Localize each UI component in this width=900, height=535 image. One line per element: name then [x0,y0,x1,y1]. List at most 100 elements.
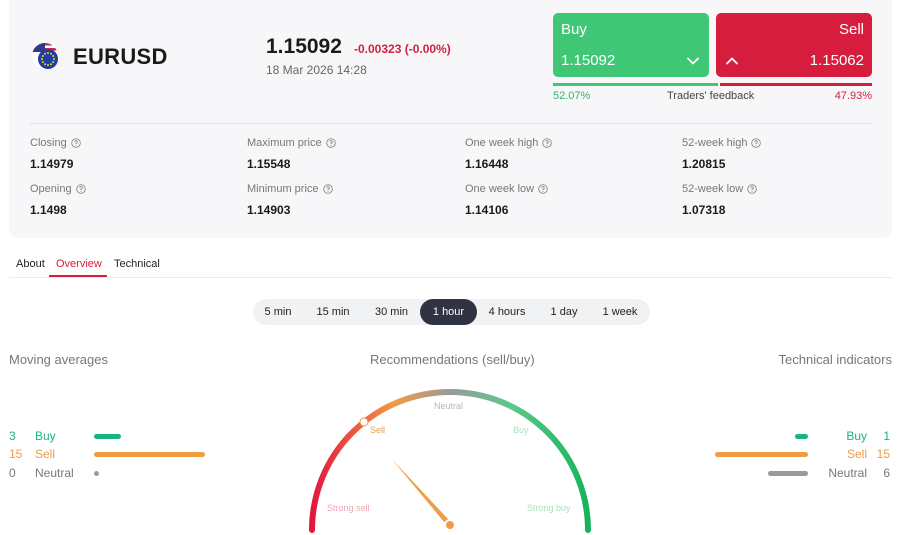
stat-52-week-high: 52-week high 1.20815 [682,137,762,171]
sell-button[interactable]: Sell 1.15062 [716,13,872,77]
gauge-needle [391,458,452,527]
stat-label: Maximum price [247,137,322,149]
ma-buy-bar [94,434,121,439]
stat-value: 1.1498 [30,203,67,217]
stat-label: Opening [30,183,72,195]
sell-price: 1.15062 [809,52,864,69]
help-icon[interactable] [751,138,762,148]
stat-label: Minimum price [247,183,319,195]
ma-neutral-row: 0 Neutral [9,466,209,482]
content-tabs: About Overview Technical [9,252,892,278]
ti-sell-bar [715,452,808,457]
ma-sell-count: 15 [9,447,23,461]
gauge-sell-marker [359,417,369,427]
stat-minimum-price: Minimum price 1.14903 [247,183,333,217]
gauge-label-strong-sell: Strong sell [327,503,370,513]
tab-about[interactable]: About [16,258,45,270]
ti-sell-label: Sell [846,447,867,461]
stat-label: 52-week low [682,183,744,195]
gauge-label-buy: Buy [513,425,529,435]
ti-neutral-count: 6 [883,466,890,480]
stat-value: 1.14979 [30,157,74,171]
help-icon[interactable] [70,138,81,148]
ma-neutral-bar [94,471,99,476]
buy-label: Buy [561,21,587,38]
ma-buy-label: Buy [35,429,56,443]
buy-button[interactable]: Buy 1.15092 [553,13,709,77]
tab-overview[interactable]: Overview [56,258,102,270]
tab-technical[interactable]: Technical [114,258,160,270]
stat-label: One week low [465,183,535,195]
help-icon[interactable] [542,138,553,148]
stat-maximum-price: Maximum price 1.15548 [247,137,336,171]
ti-sell-count: 15 [876,447,890,461]
ma-buy-count: 3 [9,429,16,443]
ma-sell-bar [94,452,205,457]
help-icon[interactable] [747,184,757,194]
stat-value: 1.15548 [247,157,291,171]
feedback-buy-percent: 52.07% [553,90,591,102]
traders-feedback-bar [553,83,872,86]
recommendations-title: Recommendations (sell/buy) [370,352,535,367]
ti-neutral-row: Neutral 6 [692,466,892,482]
card-divider [30,123,872,124]
stat-value: 1.16448 [465,157,509,171]
period-selector: 5 min 15 min 30 min 1 hour 4 hours 1 day… [253,299,650,325]
stat-value: 1.20815 [682,157,726,171]
period-30-min[interactable]: 30 min [363,299,420,325]
technical-indicators-title: Technical indicators [778,352,892,367]
ti-buy-label: Buy [846,429,867,443]
stat-value: 1.14106 [465,203,509,217]
period-5-min[interactable]: 5 min [253,299,303,325]
price-timestamp: 18 Mar 2026 14:28 [266,63,367,77]
buy-price: 1.15092 [561,52,616,69]
ma-buy-row: 3 Buy [9,429,209,445]
eu-us-flag-icon [32,43,58,69]
current-price: 1.15092 [266,35,342,58]
period-1-day[interactable]: 1 day [536,299,592,325]
stat-opening: Opening 1.1498 [30,183,86,217]
gauge-label-neutral: Neutral [434,401,463,411]
sell-label: Sell [838,21,864,38]
stat-label: Closing [30,137,67,149]
gauge-needle-hub [444,519,456,531]
price-change: -0.00323 (-0.00%) [354,42,451,56]
ti-sell-row: Sell 15 [692,447,892,463]
stat-one-week-low: One week low 1.14106 [465,183,548,217]
recommendation-gauge: Strong sell Sell Neutral Buy Strong buy [309,389,591,533]
ti-buy-bar [795,434,808,439]
period-4-hours[interactable]: 4 hours [481,299,533,325]
chevron-down-icon [687,57,699,65]
ti-neutral-label: Neutral [828,466,867,480]
help-icon[interactable] [322,184,333,194]
stat-closing: Closing 1.14979 [30,137,81,171]
stat-label: 52-week high [682,137,748,149]
stat-one-week-high: One week high 1.16448 [465,137,553,171]
feedback-sell-percent: 47.93% [834,90,872,102]
feedback-label: Traders' feedback [667,90,755,102]
stat-52-week-low: 52-week low 1.07318 [682,183,757,217]
stat-label: One week high [465,137,539,149]
stat-value: 1.14903 [247,203,291,217]
ti-buy-row: Buy 1 [692,429,892,445]
chevron-up-icon [726,57,738,65]
period-15-min[interactable]: 15 min [303,299,363,325]
ma-sell-label: Sell [35,447,56,461]
ti-neutral-bar [768,471,808,476]
period-1-week[interactable]: 1 week [592,299,648,325]
period-1-hour[interactable]: 1 hour [420,299,477,325]
ti-buy-count: 1 [883,429,890,443]
ma-neutral-label: Neutral [35,466,74,480]
help-icon[interactable] [75,184,86,194]
feedback-buy-fill [553,83,719,86]
gauge-label-sell: Sell [370,425,385,435]
help-icon[interactable] [538,184,548,194]
active-tab-indicator [49,275,107,277]
ma-neutral-count: 0 [9,466,16,480]
help-icon[interactable] [325,138,336,148]
ma-sell-row: 15 Sell [9,447,209,463]
feedback-sell-fill [720,83,872,86]
instrument-symbol: EURUSD [73,44,168,69]
moving-averages-title: Moving averages [9,352,108,367]
stat-value: 1.07318 [682,203,726,217]
